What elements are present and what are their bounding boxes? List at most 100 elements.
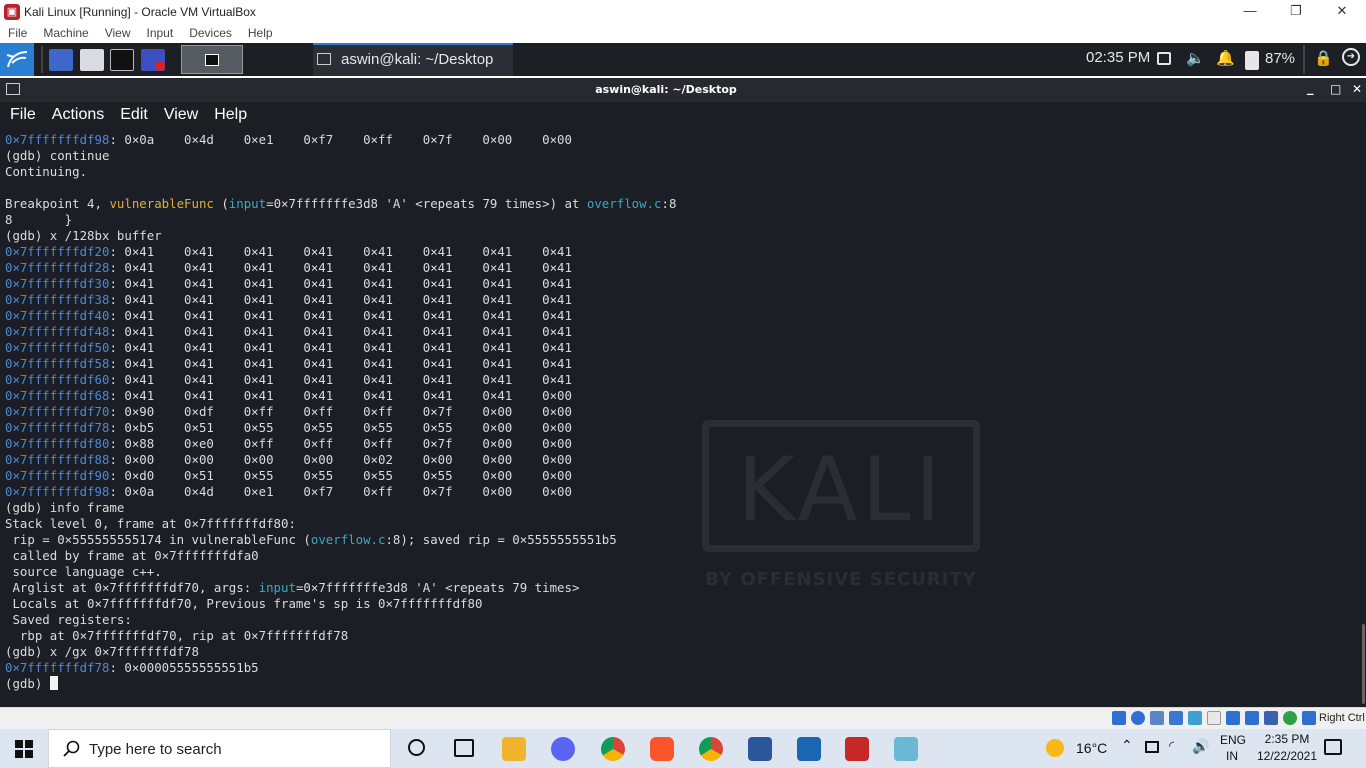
battery-icon[interactable] bbox=[1245, 51, 1259, 70]
memory-address: 0×7fffffffdf78 bbox=[5, 660, 110, 675]
notification-bell-icon[interactable]: 🔔 bbox=[1216, 49, 1235, 67]
memory-address: 0×7fffffffdf70 bbox=[5, 404, 110, 419]
file-manager-icon[interactable] bbox=[80, 49, 104, 71]
windows-start-icon[interactable] bbox=[15, 740, 33, 758]
memory-values: : 0×88 0×e0 0×ff 0×ff 0×ff 0×7f 0×00 0×0… bbox=[109, 436, 572, 451]
memory-address: 0×7fffffffdf78 bbox=[5, 420, 110, 435]
display-icon[interactable] bbox=[1157, 52, 1171, 65]
lock-icon[interactable]: 🔒 bbox=[1314, 49, 1333, 67]
keyboard-capture-icon[interactable] bbox=[1302, 711, 1316, 725]
wifi-icon[interactable]: ◜ bbox=[1169, 738, 1174, 754]
memory-values: : 0×d0 0×51 0×55 0×55 0×55 0×55 0×00 0×0… bbox=[109, 468, 572, 483]
menu-machine[interactable]: Machine bbox=[35, 26, 96, 40]
hard-disk-icon[interactable] bbox=[1112, 711, 1126, 725]
taskbar-date[interactable]: 12/22/2021 bbox=[1250, 749, 1324, 763]
highlighted-token: vulnerableFunc bbox=[109, 196, 214, 211]
terminal-line: Arglist at 0×7fffffffdf70, args: input=0… bbox=[5, 580, 676, 596]
display-icon[interactable] bbox=[1226, 711, 1240, 725]
search-placeholder: Type here to search bbox=[89, 741, 222, 758]
panel-clock[interactable]: 02:35 PM bbox=[1086, 49, 1150, 66]
shared-folders-icon[interactable] bbox=[1207, 711, 1221, 725]
weather-temperature[interactable]: 16°C bbox=[1076, 740, 1107, 756]
minimize-button[interactable]: — bbox=[1227, 0, 1273, 23]
restore-button[interactable]: ❐ bbox=[1273, 0, 1319, 23]
memory-values: : 0×00 0×00 0×00 0×00 0×02 0×00 0×00 0×0… bbox=[109, 452, 572, 467]
chrome-icon[interactable] bbox=[601, 737, 625, 761]
web-browser-icon[interactable] bbox=[141, 49, 165, 71]
recording-icon[interactable] bbox=[1245, 711, 1259, 725]
audio-icon[interactable] bbox=[1150, 711, 1164, 725]
language-indicator[interactable]: ENG bbox=[1220, 733, 1246, 747]
line-text: =0×7fffffffe3d8 'A' <repeats 79 times> bbox=[295, 580, 580, 595]
terminal-line: 0×7fffffffdf78: 0×00005555555551b5 bbox=[5, 660, 676, 676]
virtualbox-taskbar-icon[interactable] bbox=[797, 737, 821, 761]
terminal-title: aswin@kali: ~/Desktop bbox=[595, 83, 737, 96]
cortana-icon[interactable] bbox=[408, 739, 425, 756]
menu-file[interactable]: File bbox=[0, 26, 35, 40]
terminal-maximize-button[interactable]: □ bbox=[1330, 82, 1341, 96]
network-icon[interactable] bbox=[1169, 711, 1183, 725]
network-tray-icon[interactable] bbox=[1145, 741, 1159, 753]
word-icon[interactable] bbox=[748, 737, 772, 761]
terminal-line: rbp at 0×7fffffffdf70, rip at 0×7fffffff… bbox=[5, 628, 676, 644]
memory-address: 0×7fffffffdf58 bbox=[5, 356, 110, 371]
line-text: Stack level 0, frame at 0×7fffffffdf80: bbox=[5, 516, 296, 531]
line-text: (gdb) info frame bbox=[5, 500, 125, 515]
terminal-menu-edit[interactable]: Edit bbox=[120, 106, 148, 124]
terminal-line: called by frame at 0×7fffffffdfa0 bbox=[5, 548, 676, 564]
memory-values: : 0×41 0×41 0×41 0×41 0×41 0×41 0×41 0×4… bbox=[109, 308, 572, 323]
task-view-icon[interactable] bbox=[454, 739, 474, 757]
usb-icon[interactable] bbox=[1188, 711, 1202, 725]
terminal-menu-file[interactable]: File bbox=[10, 106, 36, 124]
taskbar-window-title: aswin@kali: ~/Desktop bbox=[341, 51, 494, 68]
terminal-line: 0×7fffffffdf78: 0×b5 0×51 0×55 0×55 0×55… bbox=[5, 420, 676, 436]
close-button[interactable]: ✕ bbox=[1319, 0, 1365, 23]
terminal-line: 0×7fffffffdf50: 0×41 0×41 0×41 0×41 0×41… bbox=[5, 340, 676, 356]
line-text: Arglist at 0×7fffffffdf70, args: bbox=[5, 580, 259, 595]
weather-icon[interactable] bbox=[1046, 739, 1064, 757]
terminal-line: (gdb) x /128bx buffer bbox=[5, 228, 676, 244]
mouse-integration-icon[interactable] bbox=[1283, 711, 1297, 725]
discord-icon[interactable] bbox=[551, 737, 575, 761]
terminal-close-button[interactable]: ✕ bbox=[1352, 82, 1362, 96]
language-region[interactable]: IN bbox=[1226, 749, 1238, 763]
terminal-menu-actions[interactable]: Actions bbox=[52, 106, 104, 124]
search-box[interactable]: Type here to search bbox=[48, 729, 391, 768]
terminal-menu-help[interactable]: Help bbox=[214, 106, 247, 124]
watermark-frame bbox=[702, 420, 980, 552]
menu-input[interactable]: Input bbox=[139, 26, 182, 40]
memory-values: : 0×b5 0×51 0×55 0×55 0×55 0×55 0×00 0×0… bbox=[109, 420, 572, 435]
terminal-launcher-icon[interactable] bbox=[110, 49, 134, 71]
terminal-cursor[interactable] bbox=[49, 676, 58, 690]
chrome-profile-icon[interactable] bbox=[699, 737, 723, 761]
line-text: called by frame at 0×7fffffffdfa0 bbox=[5, 548, 259, 563]
power-icon[interactable]: ➜ bbox=[1342, 48, 1360, 66]
tray-overflow-icon[interactable]: ⌃ bbox=[1121, 737, 1133, 754]
kali-menu-button[interactable] bbox=[0, 43, 34, 76]
terminal-line: 0×7fffffffdf70: 0×90 0×df 0×ff 0×ff 0×ff… bbox=[5, 404, 676, 420]
cpu-icon[interactable] bbox=[1264, 711, 1278, 725]
terminal-minimize-button[interactable]: _ bbox=[1307, 81, 1314, 96]
action-center-icon[interactable] bbox=[1324, 739, 1342, 755]
menu-devices[interactable]: Devices bbox=[181, 26, 240, 40]
kali-app-icon[interactable] bbox=[845, 737, 869, 761]
terminal-menu-view[interactable]: View bbox=[164, 106, 198, 124]
menu-help[interactable]: Help bbox=[240, 26, 281, 40]
show-desktop-icon[interactable] bbox=[49, 49, 73, 71]
volume-icon[interactable]: 🔈 bbox=[1186, 49, 1205, 67]
memory-address: 0×7fffffffdf50 bbox=[5, 340, 110, 355]
brave-browser-icon[interactable] bbox=[650, 737, 674, 761]
optical-drive-icon[interactable] bbox=[1131, 711, 1145, 725]
unknown-app-icon[interactable] bbox=[894, 737, 918, 761]
taskbar-time[interactable]: 2:35 PM bbox=[1257, 732, 1317, 746]
menu-view[interactable]: View bbox=[97, 26, 139, 40]
volume-tray-icon[interactable]: 🔊 bbox=[1192, 738, 1209, 755]
terminal-line: 0×7fffffffdf48: 0×41 0×41 0×41 0×41 0×41… bbox=[5, 324, 676, 340]
terminal-scrollbar[interactable] bbox=[1362, 624, 1365, 704]
highlighted-token: input bbox=[228, 196, 267, 211]
terminal-output[interactable]: KALI BY OFFENSIVE SECURITY 0×7fffffffdf9… bbox=[0, 128, 1366, 707]
taskbar-window-terminal[interactable]: aswin@kali: ~/Desktop bbox=[313, 43, 513, 76]
terminal-line: 0×7fffffffdf40: 0×41 0×41 0×41 0×41 0×41… bbox=[5, 308, 676, 324]
workspace-switcher[interactable] bbox=[181, 45, 243, 74]
file-explorer-icon[interactable] bbox=[502, 737, 526, 761]
